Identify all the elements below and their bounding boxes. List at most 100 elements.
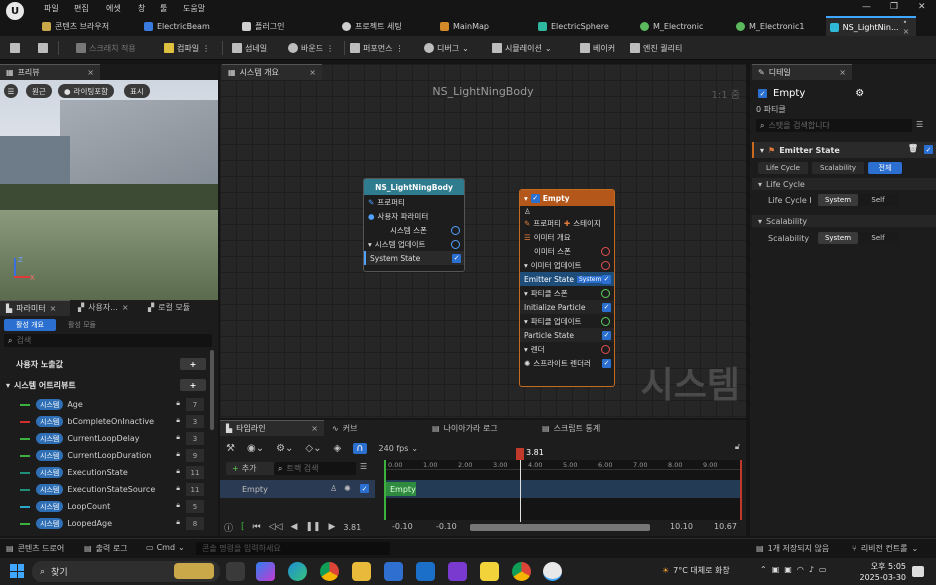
output-log-button[interactable]: ▤ 출력 로그 — [84, 543, 128, 554]
fps-dropdown[interactable]: 240 fps ⌄ — [379, 444, 419, 453]
tab-m-electronic1[interactable]: M_Electronic1 — [732, 16, 824, 36]
emitter-enable-checkbox[interactable]: ✓ — [530, 193, 540, 203]
lifecycle-self-option[interactable]: Self — [858, 194, 898, 206]
clock[interactable]: 오후 5:05 2025-03-30 — [856, 561, 907, 583]
minimize-icon[interactable]: — — [862, 2, 871, 12]
param-row[interactable]: 시스템 CurrentLoopDelay 🔒︎ 3 — [0, 430, 212, 447]
lighting-button[interactable]: ● 라이팅포함 — [58, 84, 115, 98]
menu-file[interactable]: 파일 — [44, 3, 59, 14]
enable-checkbox[interactable]: ✓ — [602, 274, 611, 284]
node-particle-update-row[interactable]: ▾ 파티클 업데이트 — [520, 314, 614, 328]
debug-button[interactable]: 디버그 ⌄ — [424, 41, 469, 55]
add-user-param-button[interactable]: + — [180, 358, 206, 370]
node-properties-row[interactable]: ✎ 프로퍼티 ✚ 스테이지 — [520, 216, 614, 230]
close-tab-icon[interactable]: × — [50, 304, 57, 313]
tab-mainmap[interactable]: MainMap — [436, 16, 524, 36]
tab-content-browser[interactable]: 콘텐츠 브라우저 — [38, 16, 134, 36]
chrome-icon[interactable] — [320, 562, 339, 581]
menu-help[interactable]: 도움말 — [183, 3, 205, 14]
close-tab-icon[interactable]: × — [87, 68, 94, 77]
info-icon[interactable]: ⓘ — [224, 521, 233, 534]
show-button[interactable]: 표시 — [124, 84, 150, 98]
taskbar-search-input[interactable]: ⌕ 찾기 — [32, 561, 220, 582]
node-render-row[interactable]: ▾ 렌더 — [520, 342, 614, 356]
lifecycle-system-option[interactable]: System — [818, 194, 858, 206]
param-row[interactable]: 시스템 CurrentLoopDuration 🔒︎ 9 — [0, 447, 212, 464]
node-properties-row[interactable]: ✎ 프로퍼티 — [364, 195, 464, 209]
enable-checkbox[interactable]: ✓ — [602, 358, 611, 368]
viewport-menu-button[interactable]: ☰ — [4, 84, 18, 98]
start-marker[interactable] — [384, 460, 386, 520]
gear-icon[interactable]: ⚙⌄ — [276, 443, 293, 454]
copilot-icon[interactable] — [256, 562, 275, 581]
enable-checkbox[interactable]: ✓ — [452, 253, 461, 263]
snap-icon[interactable]: ◇⌄ — [305, 443, 321, 454]
save-button[interactable] — [10, 41, 20, 55]
more-icon[interactable]: ⋮ — [202, 44, 210, 53]
scrollbar[interactable] — [210, 350, 214, 430]
system-tray[interactable]: ⌃ ▣ ▣ ◠ ♪ ▭ — [760, 565, 826, 574]
tab-plugins[interactable]: 플러그인 — [238, 16, 328, 36]
apply-scratch-button[interactable]: 스크래치 적용 — [76, 41, 136, 55]
close-tab-icon[interactable]: × — [309, 68, 316, 77]
tab-local-modules[interactable]: ▞ 로컬 모듈 — [148, 302, 190, 313]
bounds-button[interactable]: 바운드 ⋮ — [288, 41, 334, 55]
scalability-header[interactable]: ▾ Scalability — [752, 215, 936, 227]
bake-button[interactable]: 베이커 — [580, 41, 615, 55]
unsaved-button[interactable]: ▤ 1개 저장되지 않음 — [756, 543, 829, 554]
tab-niagara-log[interactable]: ▤ 나이아가라 로그 — [432, 423, 498, 434]
more-icon[interactable]: ⋮ — [326, 44, 334, 53]
tab-preview[interactable]: ▦ 프리뷰 × — [0, 64, 100, 80]
details-search-input[interactable]: ⌕ 스탯을 검색합니다 — [756, 119, 912, 132]
menu-edit[interactable]: 편집 — [74, 3, 89, 14]
add-module-icon[interactable] — [601, 246, 610, 256]
notification-icon[interactable] — [912, 566, 924, 577]
discord-icon[interactable] — [448, 562, 467, 581]
thumbnail-button[interactable]: 섬네일 — [232, 41, 267, 55]
param-row[interactable]: 시스템 LoopCount 🔒︎ 5 — [0, 498, 212, 515]
emitter-clip[interactable]: Empty — [386, 482, 416, 496]
chrome-profile-icon[interactable] — [512, 562, 531, 581]
wrench-icon[interactable]: ⚒ — [226, 443, 235, 454]
node-emitter-spawn-row[interactable]: 이미터 스폰 — [520, 244, 614, 258]
close-tab-icon[interactable]: × — [839, 68, 846, 77]
node-particle-spawn-row[interactable]: ▾ 파티클 스폰 — [520, 286, 614, 300]
node-user-params-row[interactable]: ● 사용자 파라미터 — [364, 209, 464, 223]
param-row[interactable]: 시스템 Age 🔒︎ 7 — [0, 396, 212, 413]
add-track-button[interactable]: + 추가 — [226, 462, 278, 475]
param-row[interactable]: 시스템 ExecutionStateSource 🔒︎ 11 — [0, 481, 212, 498]
view-options-icon[interactable]: ◉⌄ — [247, 443, 264, 454]
parameters-search-input[interactable]: ⌕ 검색 — [4, 334, 212, 347]
outlook-icon[interactable] — [416, 562, 435, 581]
browse-button[interactable] — [38, 41, 48, 55]
tab-timeline[interactable]: ▙ 타임라인 × — [220, 420, 324, 436]
time-ruler[interactable]: 0.00 1.00 2.00 3.00 4.00 5.00 6.00 7.00 8.00 9.00 — [384, 460, 742, 470]
tab-m-electronic[interactable]: M_Electronic — [636, 16, 728, 36]
tab-user[interactable]: ▞ 사용자... × — [78, 302, 129, 313]
kakaotalk-icon[interactable] — [480, 562, 499, 581]
scalability-system-option[interactable]: System — [818, 232, 858, 244]
section-user-exposed[interactable]: 사용자 노출값 + — [0, 356, 212, 372]
add-module-icon[interactable] — [451, 225, 460, 235]
compile-button[interactable]: 컴파일 ⋮ — [164, 41, 210, 55]
filter-icon[interactable]: ☰ — [360, 462, 367, 471]
node-system-update-row[interactable]: ▾ 시스템 업데이트 — [364, 237, 464, 251]
skip-back-icon[interactable]: ⏮ — [253, 522, 261, 532]
content-drawer-button[interactable]: ▤ 콘텐츠 드로어 — [6, 543, 64, 554]
module-enable-checkbox[interactable]: ✓ — [924, 145, 933, 154]
trash-icon[interactable]: 🗑︎ — [908, 144, 918, 153]
menu-tools[interactable]: 툴 — [160, 3, 167, 14]
menu-window[interactable]: 창 — [138, 3, 145, 14]
tab-life-cycle[interactable]: Life Cycle — [758, 162, 808, 174]
node-system-state-row[interactable]: System State ✓ — [364, 251, 464, 265]
tab-parameters[interactable]: ▙ 파라미터 × — [0, 300, 70, 316]
more-icon[interactable]: ⋮ — [395, 44, 403, 53]
weather-widget[interactable]: ☀ 7°C 대체로 화창 — [662, 565, 730, 576]
maximize-icon[interactable]: ❐ — [890, 2, 898, 12]
unreal-taskbar-icon[interactable] — [543, 562, 562, 581]
tab-details[interactable]: ✎ 디테일 × — [752, 64, 852, 80]
performance-button[interactable]: 퍼포먼스 ⋮ — [350, 41, 403, 55]
tab-scalability[interactable]: Scalability — [812, 162, 864, 174]
keyframe-icon[interactable]: ◈ — [334, 443, 342, 454]
engine-scalability-button[interactable]: 엔진 퀄리티 — [630, 41, 682, 55]
